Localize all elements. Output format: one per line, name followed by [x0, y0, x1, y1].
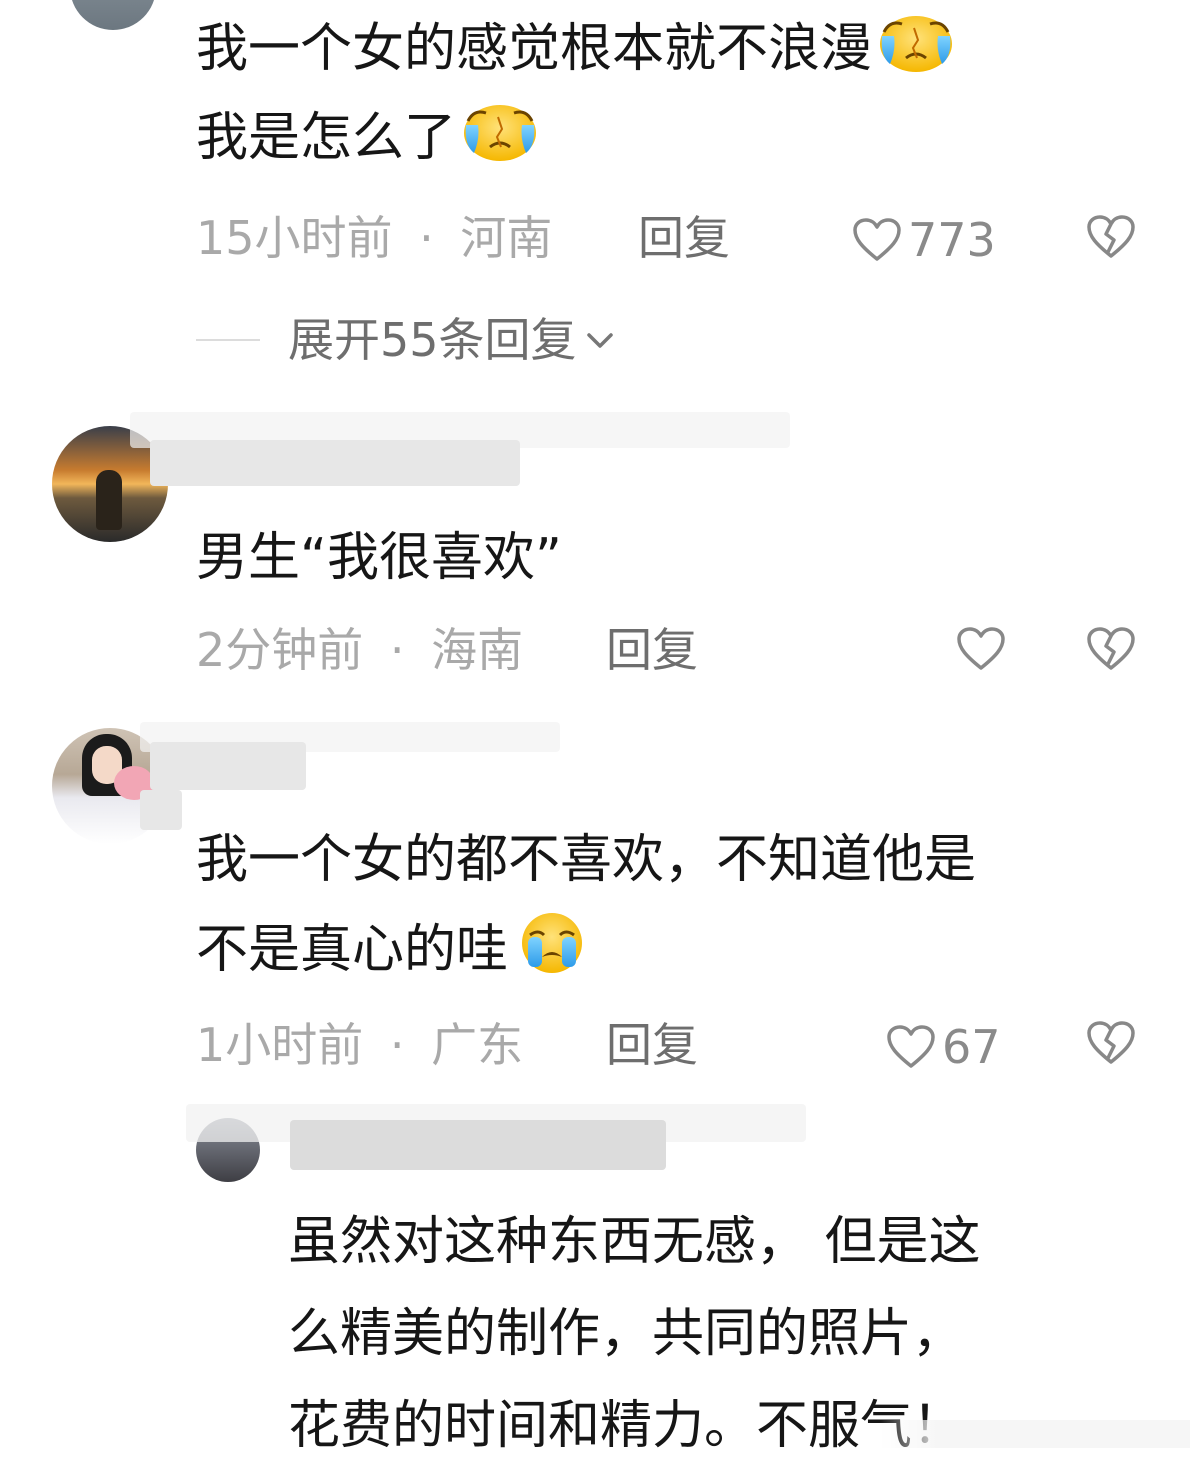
broken-heart-icon[interactable] [1086, 1020, 1136, 1066]
comment-time: 1小时前 [196, 1018, 364, 1072]
username-blurred [140, 790, 182, 830]
comment-text: 我一个女的感觉根本就不浪漫 [196, 19, 873, 79]
comment-text-line: 不是真心的哇 [196, 906, 592, 994]
heart-outline-icon[interactable] [956, 626, 1006, 672]
commenter-avatar[interactable] [70, 0, 156, 30]
reply-text-line: 花费的时间和精力。不服气！ [288, 1396, 965, 1456]
comment-meta: 15小时前 · 河南 [196, 208, 552, 268]
meta-separator: · [389, 623, 405, 677]
reply-button[interactable]: 回复 [638, 208, 730, 268]
username-blurred [150, 742, 306, 790]
comment-text-line: 男生“我很喜欢” [196, 528, 562, 588]
broken-heart-icon[interactable] [1086, 626, 1136, 672]
comment-time: 2分钟前 [196, 623, 364, 677]
comment-text: 我是怎么了 [196, 108, 457, 168]
comment-time: 15小时前 [196, 211, 393, 265]
chevron-down-icon [586, 333, 613, 348]
comment-location: 海南 [431, 623, 524, 677]
comment-text-line: 我是怎么了 [196, 94, 540, 182]
expand-replies-label: 展开55条回复 [288, 313, 577, 367]
expand-replies-button[interactable]: 展开55条回复 [288, 310, 617, 370]
reply-text-line: 虽然对这种东西无感， 但是这 [288, 1212, 981, 1272]
meta-separator: · [419, 211, 434, 265]
comment-meta: 1小时前 · 广东 [196, 1015, 523, 1075]
loudly-crying-face-emoji-icon [522, 913, 583, 973]
like-count: 67 [942, 1020, 1001, 1074]
like-count: 773 [908, 213, 996, 267]
comment-location: 河南 [460, 211, 553, 265]
heart-outline-icon [853, 218, 901, 261]
meta-separator: · [389, 1018, 405, 1072]
reply-text-line: 么精美的制作，共同的照片， [288, 1304, 965, 1364]
watermark [880, 1420, 1190, 1448]
reply-button[interactable]: 回复 [606, 620, 698, 680]
comment-text-line: 我一个女的都不喜欢，不知道他是 [196, 830, 977, 890]
comment-location: 广东 [431, 1018, 524, 1072]
comment-text-line: 我一个女的感觉根本就不浪漫 [196, 5, 956, 93]
crying-face-emoji-icon [464, 105, 537, 161]
heart-outline-icon [887, 1025, 935, 1068]
crying-face-emoji-icon [880, 16, 953, 72]
comment-text: 不是真心的哇 [196, 920, 509, 980]
expand-divider [196, 339, 260, 341]
like-button[interactable]: 773 [852, 210, 996, 270]
username-blurred [150, 440, 520, 486]
comment-meta: 2分钟前 · 海南 [196, 620, 523, 680]
broken-heart-icon[interactable] [1086, 214, 1136, 260]
avatar-figure [96, 470, 122, 530]
username-blurred [290, 1120, 666, 1170]
like-button[interactable]: 67 [886, 1017, 1001, 1077]
reply-button[interactable]: 回复 [606, 1015, 698, 1075]
